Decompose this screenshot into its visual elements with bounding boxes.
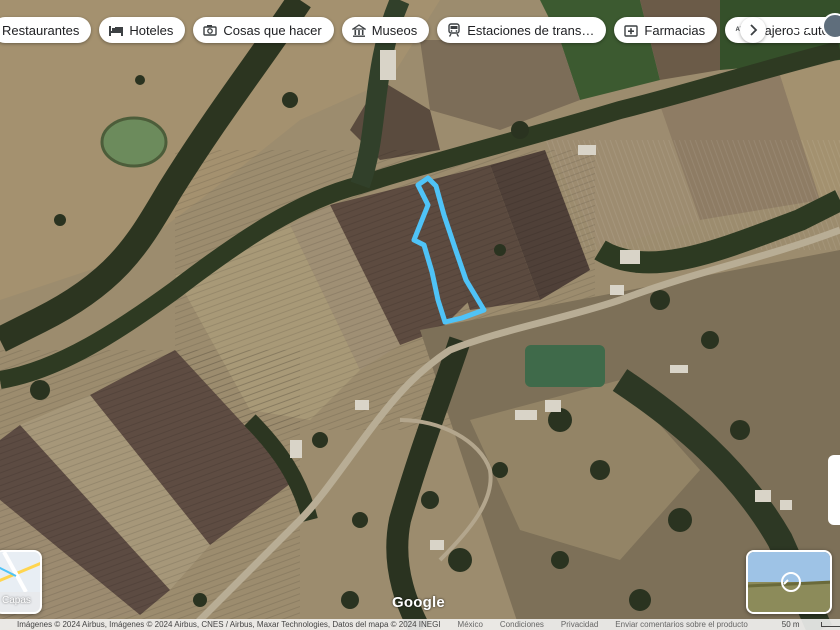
country-link[interactable]: México [458,620,483,629]
chip-label: Restaurantes [2,22,80,38]
feedback-link[interactable]: Enviar comentarios sobre el producto [615,620,748,629]
chip-label: Museos [371,22,418,38]
pharmacy-icon [624,23,639,37]
category-chips: Restaurantes Hoteles Cosas que hacer Mus… [0,17,840,43]
attribution-bar: Imágenes © 2024 Airbus, Imágenes © 2024 … [0,619,840,630]
imagery-credits: Imágenes © 2024 Airbus, Imágenes © 2024 … [17,620,441,629]
chips-next-button[interactable] [740,17,766,43]
scale-label: 50 m [781,620,800,629]
satellite-map[interactable]: Restaurantes Hoteles Cosas que hacer Mus… [0,0,840,630]
chip-label: Cosas que hacer [223,22,322,38]
scale-indicator[interactable]: 50 m [765,620,840,629]
chevron-right-icon [750,24,758,36]
street-view-preview [748,552,830,612]
layers-label: Capas [2,595,31,606]
terms-link[interactable]: Condiciones [500,620,544,629]
pegman-control[interactable] [828,455,840,525]
chip-things-to-do[interactable]: Cosas que hacer [193,17,334,43]
layers-button[interactable]: Capas [0,550,42,614]
grid-icon [794,17,810,33]
chip-label: Hoteles [129,22,174,38]
green-plot [525,345,605,387]
pond [100,116,168,168]
privacy-link[interactable]: Privacidad [561,620,598,629]
google-apps-button[interactable] [794,17,810,33]
layers-icon [0,552,40,592]
chip-label: Farmacias [644,22,706,38]
chip-hotels[interactable]: Hoteles [99,17,186,43]
chip-label: Estaciones de trans… [467,22,595,38]
camera-icon [203,23,218,37]
chip-museums[interactable]: Museos [341,17,430,43]
chip-restaurants[interactable]: Restaurantes [0,17,92,43]
train-icon [447,23,461,37]
street-view-thumbnail[interactable] [746,550,832,614]
google-logo: Google [392,594,445,611]
bed-icon [109,23,124,37]
satellite-imagery[interactable] [0,0,840,630]
chip-transit-stations[interactable]: Estaciones de trans… [437,17,607,43]
scale-bar [820,622,840,627]
chip-pharmacies[interactable]: Farmacias [614,17,718,43]
museum-icon [351,23,366,37]
